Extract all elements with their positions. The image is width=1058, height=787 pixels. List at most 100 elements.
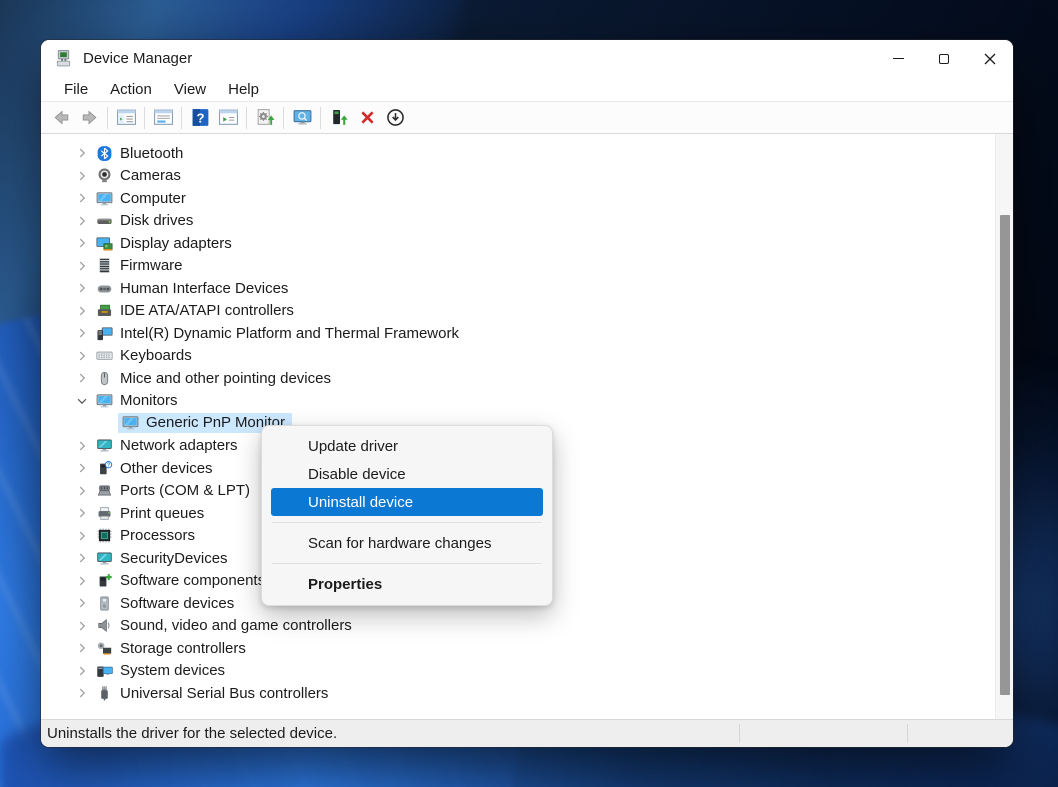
close-icon	[984, 53, 996, 65]
context-menu-item-properties[interactable]: Properties	[271, 570, 543, 598]
scan-for-hardware-changes-button[interactable]	[251, 105, 279, 131]
remote-computer-icon	[292, 107, 313, 128]
minimize-button[interactable]	[875, 40, 921, 77]
chevron-right-icon[interactable]	[74, 235, 90, 251]
usb-icon	[96, 685, 113, 702]
tree-item-label: Keyboards	[120, 347, 192, 364]
toolbar-separator	[144, 107, 145, 129]
bluetooth-icon	[96, 145, 113, 162]
context-menu-item-update-driver[interactable]: Update driver	[271, 432, 543, 460]
chevron-right-icon[interactable]	[74, 663, 90, 679]
tree-item-disk-drives[interactable]: Disk drives	[41, 210, 1013, 233]
toolbar: ?	[41, 102, 1013, 134]
system-icon	[96, 662, 113, 679]
keyboard-icon	[96, 347, 113, 364]
toolbar-separator	[246, 107, 247, 129]
tree-item-human-interface-devices[interactable]: Human Interface Devices	[41, 277, 1013, 300]
chevron-right-icon[interactable]	[74, 483, 90, 499]
security-icon	[96, 550, 113, 567]
menu-view[interactable]: View	[163, 79, 217, 100]
action-pane-button[interactable]	[214, 105, 242, 131]
chevron-right-icon[interactable]	[74, 348, 90, 364]
maximize-button[interactable]	[921, 40, 967, 77]
chevron-right-icon[interactable]	[74, 168, 90, 184]
chevron-right-icon[interactable]	[74, 618, 90, 634]
chevron-right-icon[interactable]	[74, 145, 90, 161]
tree-item-cameras[interactable]: Cameras	[41, 165, 1013, 188]
tree-item-monitors[interactable]: Monitors	[41, 390, 1013, 413]
chevron-right-icon[interactable]	[74, 640, 90, 656]
chevron-right-icon[interactable]	[74, 528, 90, 544]
scan-hardware-icon	[255, 107, 276, 128]
context-menu-item-uninstall-device[interactable]: Uninstall device	[271, 488, 543, 516]
show-console-tree-button[interactable]	[112, 105, 140, 131]
chevron-right-icon[interactable]	[74, 595, 90, 611]
chevron-right-icon[interactable]	[74, 370, 90, 386]
update-driver-button[interactable]	[325, 105, 353, 131]
tree-item-label: Computer	[120, 190, 186, 207]
tree-item-label: Disk drives	[120, 212, 193, 229]
display-adapter-icon	[96, 235, 113, 252]
help-button[interactable]: ?	[186, 105, 214, 131]
tree-item-label: Ports (COM & LPT)	[120, 482, 250, 499]
tree-item-label: System devices	[120, 662, 225, 679]
tree-item-sound-video-and-game-controllers[interactable]: Sound, video and game controllers	[41, 615, 1013, 638]
chevron-right-icon[interactable]	[74, 280, 90, 296]
close-button[interactable]	[967, 40, 1013, 77]
disable-device-button[interactable]	[381, 105, 409, 131]
tree-item-ide-ata-atapi-controllers[interactable]: IDE ATA/ATAPI controllers	[41, 300, 1013, 323]
back-button[interactable]	[47, 105, 75, 131]
chevron-right-icon[interactable]	[74, 438, 90, 454]
remote-computer-button[interactable]	[288, 105, 316, 131]
tree-item-storage-controllers[interactable]: Storage controllers	[41, 637, 1013, 660]
menu-action[interactable]: Action	[99, 79, 163, 100]
chevron-right-icon[interactable]	[74, 213, 90, 229]
tree-item-firmware[interactable]: Firmware	[41, 255, 1013, 278]
tree-item-keyboards[interactable]: Keyboards	[41, 345, 1013, 368]
tree-item-label: Software components	[120, 572, 265, 589]
menu-help[interactable]: Help	[217, 79, 270, 100]
menu-file[interactable]: File	[53, 79, 99, 100]
svg-text:?: ?	[196, 110, 204, 125]
context-menu-item-disable-device[interactable]: Disable device	[271, 460, 543, 488]
tree-item-label: Firmware	[120, 257, 183, 274]
ide-icon	[96, 302, 113, 319]
chevron-right-icon[interactable]	[74, 550, 90, 566]
action-pane-icon	[218, 107, 239, 128]
tree-item-display-adapters[interactable]: Display adapters	[41, 232, 1013, 255]
properties-toolbar-button[interactable]	[149, 105, 177, 131]
window-controls	[875, 40, 1013, 77]
chevron-down-icon[interactable]	[74, 393, 90, 409]
vertical-scrollbar[interactable]	[995, 134, 1013, 719]
tree-item-system-devices[interactable]: System devices	[41, 660, 1013, 683]
tree-item-intel-r-dynamic-platform-and-thermal-framework[interactable]: Intel(R) Dynamic Platform and Thermal Fr…	[41, 322, 1013, 345]
scrollbar-thumb[interactable]	[1000, 215, 1010, 695]
tree-item-label: Human Interface Devices	[120, 280, 288, 297]
chevron-right-icon[interactable]	[74, 325, 90, 341]
chevron-right-icon[interactable]	[74, 258, 90, 274]
title-bar[interactable]: Device Manager	[41, 40, 1013, 77]
tree-item-label: Processors	[120, 527, 195, 544]
chevron-right-icon[interactable]	[74, 190, 90, 206]
chevron-right-icon[interactable]	[74, 303, 90, 319]
camera-icon	[96, 167, 113, 184]
context-menu: Update driverDisable deviceUninstall dev…	[261, 425, 553, 606]
forward-button[interactable]	[75, 105, 103, 131]
tree-item-label: Monitors	[120, 392, 178, 409]
context-menu-item-scan-for-hardware-changes[interactable]: Scan for hardware changes	[271, 529, 543, 557]
chevron-right-icon[interactable]	[74, 460, 90, 476]
sound-icon	[96, 617, 113, 634]
chevron-right-icon[interactable]	[74, 573, 90, 589]
tree-item-bluetooth[interactable]: Bluetooth	[41, 142, 1013, 165]
console-tree-icon	[116, 107, 137, 128]
network-icon	[96, 437, 113, 454]
chevron-right-icon[interactable]	[74, 505, 90, 521]
chevron-right-icon[interactable]	[74, 685, 90, 701]
tree-item-universal-serial-bus-controllers[interactable]: Universal Serial Bus controllers	[41, 682, 1013, 705]
tree-item-computer[interactable]: Computer	[41, 187, 1013, 210]
tree-item-label: Bluetooth	[120, 145, 183, 162]
uninstall-device-button[interactable]	[353, 105, 381, 131]
status-text: Uninstalls the driver for the selected d…	[47, 725, 337, 742]
window-title: Device Manager	[83, 50, 875, 67]
tree-item-mice-and-other-pointing-devices[interactable]: Mice and other pointing devices	[41, 367, 1013, 390]
